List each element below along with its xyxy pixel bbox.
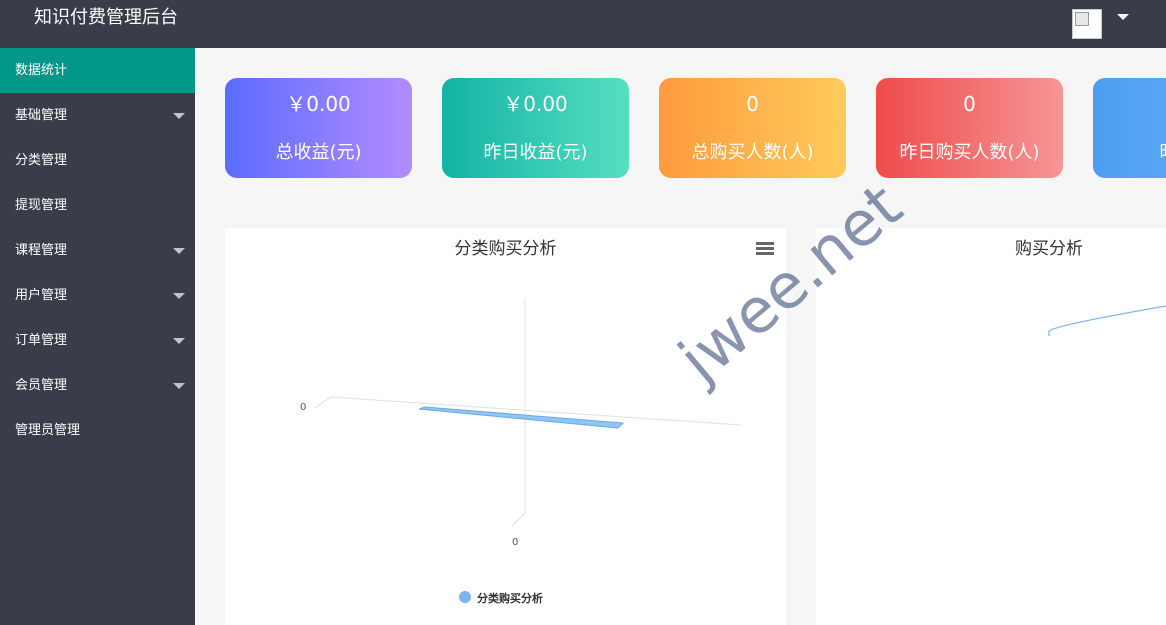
top-bar: 知识付费管理后台 [0, 0, 1166, 48]
chevron-down-icon [173, 293, 185, 299]
chevron-down-icon [173, 113, 185, 119]
stat-label: 昨日收益(元) [483, 142, 588, 163]
purchase-analysis-chart: 购买分析 [816, 228, 1166, 625]
stat-label: 总收益(元) [275, 142, 362, 163]
sidebar: 数据统计 基础管理 分类管理 提现管理 课程管理 用户管理 订单管理 会员管理 … [0, 48, 195, 625]
chart-plot-area [1048, 305, 1166, 336]
sidebar-item-label: 提现管理 [15, 198, 68, 213]
chevron-down-icon [173, 383, 185, 389]
sidebar-item-label: 分类管理 [15, 153, 68, 168]
stat-label: 昨日购买人数(人) [899, 142, 1040, 163]
legend-marker [459, 591, 471, 603]
chart-plot-area: 0 0 [300, 298, 742, 548]
sidebar-item-basic-management[interactable]: 基础管理 [0, 93, 195, 138]
chart-series-line [1048, 305, 1166, 336]
stat-card-yesterday-income: ￥0.00 昨日收益(元) [442, 78, 629, 178]
stat-card-yesterday-buyers: 0 昨日购买人数(人) [876, 78, 1063, 178]
chart-axis-horizontal [330, 396, 742, 426]
sidebar-item-withdraw-management[interactable]: 提现管理 [0, 183, 195, 228]
stat-card-total-income: ￥0.00 总收益(元) [225, 78, 412, 178]
sidebar-item-label: 课程管理 [15, 243, 68, 258]
sidebar-item-data-stats[interactable]: 数据统计 [0, 48, 195, 93]
chart-axis-depth-bottom [511, 512, 526, 527]
category-purchase-chart: 分类购买分析 0 0 分类购买分析 [225, 228, 786, 625]
stat-label: 昨日浏 [1093, 141, 1166, 165]
user-avatar[interactable] [1072, 9, 1102, 39]
main-content: ￥0.00 总收益(元) ￥0.00 昨日收益(元) 0 总购买人数(人) 0 … [195, 48, 1166, 625]
sidebar-item-course-management[interactable]: 课程管理 [0, 228, 195, 273]
stat-value: 0 [963, 92, 976, 116]
legend-label: 分类购买分析 [477, 592, 543, 605]
sidebar-item-label: 数据统计 [15, 63, 68, 78]
sidebar-item-member-management[interactable]: 会员管理 [0, 363, 195, 408]
chevron-down-icon [173, 248, 185, 254]
app-title: 知识付费管理后台 [34, 7, 178, 28]
sidebar-item-label: 会员管理 [15, 378, 68, 393]
stat-value: ￥0.00 [503, 92, 568, 116]
stat-card-yesterday-views: 昨日浏 [1093, 78, 1166, 178]
chevron-down-icon [173, 338, 185, 344]
stat-label: 总购买人数(人) [691, 142, 814, 163]
x-tick-label: 0 [512, 537, 518, 548]
chart-axis-depth-left [314, 396, 332, 409]
sidebar-item-order-management[interactable]: 订单管理 [0, 318, 195, 363]
sidebar-item-label: 管理员管理 [15, 423, 81, 438]
stat-value: ￥0.00 [286, 92, 351, 116]
user-menu-chevron-down-icon[interactable] [1117, 14, 1129, 20]
broken-image-icon [1075, 12, 1089, 26]
sidebar-item-label: 用户管理 [15, 288, 68, 303]
sidebar-item-admin-management[interactable]: 管理员管理 [0, 408, 195, 453]
stat-value: 0 [746, 92, 759, 116]
stat-card-total-buyers: 0 总购买人数(人) [659, 78, 846, 178]
sidebar-item-label: 订单管理 [15, 333, 68, 348]
sidebar-item-category-management[interactable]: 分类管理 [0, 138, 195, 183]
sidebar-item-label: 基础管理 [15, 108, 68, 123]
y-tick-label: 0 [300, 402, 306, 413]
sidebar-item-user-management[interactable]: 用户管理 [0, 273, 195, 318]
